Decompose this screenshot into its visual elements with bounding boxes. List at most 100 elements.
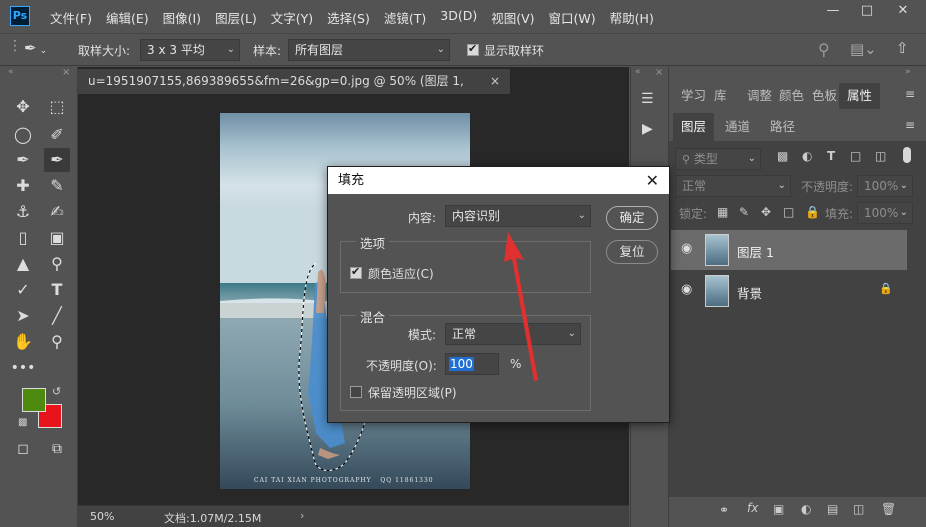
filter-pixel-icon[interactable]: ▩ (777, 149, 788, 163)
move-tool-icon[interactable]: ✥ (10, 95, 36, 119)
tab-swatches[interactable]: 色板 (812, 83, 837, 109)
add-mask-icon[interactable]: ▣ (773, 502, 784, 516)
close-icon[interactable]: ✕ (888, 2, 918, 20)
tab-properties[interactable]: 属性 (839, 83, 881, 109)
ok-button[interactable]: 确定 (606, 206, 658, 230)
tab-paths[interactable]: 路径 (770, 113, 795, 141)
menu-edit[interactable]: 编辑(E) (106, 8, 149, 27)
content-select[interactable]: 内容识别 ⌄ (445, 205, 591, 227)
delete-layer-icon[interactable]: 🗑 (881, 502, 896, 516)
layer-row[interactable]: ◉ 背景 🔒 (671, 271, 907, 311)
eyedropper-tool-icon[interactable]: ✒ (44, 148, 70, 172)
menu-type[interactable]: 文字(Y) (271, 8, 313, 27)
sample-select[interactable]: 所有图层 ⌄ (288, 39, 450, 61)
visibility-eye-icon[interactable]: ◉ (681, 241, 692, 256)
panel-menu-icon[interactable]: ≡ (905, 87, 915, 101)
layers-menu-icon[interactable]: ≡ (905, 118, 915, 132)
link-layers-icon[interactable]: ⚭ (719, 503, 729, 517)
history-brush-tool-icon[interactable]: ✍ (44, 200, 70, 224)
blend-mode-select[interactable]: 正常 ⌄ (675, 175, 791, 197)
color-adapt-checkbox[interactable] (350, 265, 362, 279)
sample-size-select[interactable]: 3 x 3 平均 ⌄ (140, 39, 240, 61)
screen-mode-icon[interactable]: ⧉ (44, 437, 70, 461)
healing-brush-tool-icon[interactable]: ✚ (10, 174, 36, 198)
filter-type-icon[interactable]: T (827, 149, 835, 163)
filter-toggle[interactable] (903, 147, 911, 163)
tab-layers[interactable]: 图层 (673, 113, 715, 141)
lock-transparent-icon[interactable]: ▦ (717, 205, 728, 219)
fx-icon[interactable]: fx (747, 501, 758, 515)
fill-field[interactable]: 100% ⌄ (857, 202, 913, 224)
lasso-tool-icon[interactable]: ◯ (10, 123, 36, 147)
adjustment-layer-icon[interactable]: ◐ (801, 502, 811, 516)
hand-tool-icon[interactable]: ✋ (10, 330, 36, 354)
tab-adjustments[interactable]: 调整 (747, 83, 772, 109)
panel-collapse-icon[interactable]: » (905, 67, 911, 77)
path-select-tool-icon[interactable]: ➤ (10, 304, 36, 328)
zoom-level[interactable]: 50% (90, 510, 114, 523)
opacity-input[interactable]: 100 (445, 353, 499, 375)
quick-select-tool-icon[interactable]: ✐ (44, 123, 70, 147)
filter-smart-object-icon[interactable]: ◫ (875, 149, 886, 163)
line-tool-icon[interactable]: ╱ (44, 304, 70, 328)
history-panel-icon[interactable]: ☰ (641, 91, 654, 107)
default-colors-icon[interactable]: ▩ (18, 417, 27, 428)
tab-color[interactable]: 颜色 (779, 83, 804, 109)
brush-tool-icon[interactable]: ✎ (44, 174, 70, 198)
reset-button[interactable]: 复位 (606, 240, 658, 264)
more-tools-icon[interactable]: ••• (10, 356, 36, 380)
tab-libraries[interactable]: 库 (714, 83, 727, 109)
kind-filter-select[interactable]: ⚲ 类型 ⌄ (675, 148, 761, 170)
menu-3d[interactable]: 3D(D) (440, 8, 477, 27)
gradient-tool-icon[interactable]: ▣ (44, 226, 70, 250)
dodge-tool-icon[interactable]: ⚲ (44, 252, 70, 276)
menu-window[interactable]: 窗口(W) (549, 8, 596, 27)
close-strip-icon[interactable]: × (655, 67, 663, 78)
menu-filter[interactable]: 滤镜(T) (384, 8, 426, 27)
workspace-icon[interactable]: ▤⌄ (850, 40, 877, 58)
eyedropper-preset-icon[interactable]: ✒ ⌄ (24, 39, 54, 61)
quick-mask-icon[interactable]: ◻ (10, 437, 36, 461)
close-document-icon[interactable]: × (490, 69, 500, 93)
type-tool-icon[interactable]: T (44, 278, 70, 302)
lock-all-icon[interactable]: 🔒 (805, 205, 820, 219)
close-panel-icon[interactable]: × (62, 67, 70, 78)
expand-icon[interactable]: « (635, 67, 641, 77)
crop-tool-icon[interactable]: ✒ (10, 148, 36, 172)
zoom-tool-icon[interactable]: ⚲ (44, 330, 70, 354)
filter-adjustment-icon[interactable]: ◐ (802, 149, 812, 163)
eraser-tool-icon[interactable]: ▯ (10, 226, 36, 250)
tab-learn[interactable]: 学习 (681, 83, 706, 109)
new-group-icon[interactable]: ▤ (827, 502, 838, 516)
share-icon[interactable]: ⇧ (896, 39, 909, 57)
pen-tool-icon[interactable]: ✓ (10, 278, 36, 302)
menu-view[interactable]: 视图(V) (491, 8, 534, 27)
clone-stamp-tool-icon[interactable]: ⚓ (10, 200, 36, 224)
menu-image[interactable]: 图像(I) (163, 8, 201, 27)
close-icon[interactable]: ✕ (646, 167, 659, 194)
layer-row[interactable]: ◉ 图层 1 (671, 230, 907, 270)
search-icon[interactable]: ⚲ (818, 40, 830, 59)
visibility-eye-icon[interactable]: ◉ (681, 282, 692, 297)
preserve-transparency-checkbox[interactable] (350, 386, 362, 398)
swap-colors-icon[interactable]: ↺ (52, 385, 61, 398)
menu-select[interactable]: 选择(S) (327, 8, 370, 27)
status-menu-icon[interactable]: › (300, 509, 304, 522)
menu-help[interactable]: 帮助(H) (610, 8, 654, 27)
collapse-icon[interactable]: « (8, 67, 14, 77)
show-ring-checkbox[interactable] (467, 42, 479, 56)
minimize-icon[interactable]: — (818, 2, 848, 20)
tab-channels[interactable]: 通道 (725, 113, 750, 141)
document-tab[interactable]: u=1951907155,869389655&fm=26&gp=0.jpg @ … (78, 69, 510, 112)
lock-pixels-icon[interactable]: ✎ (739, 205, 749, 219)
maximize-icon[interactable]: □ (852, 2, 882, 20)
filter-shape-icon[interactable]: □ (850, 149, 861, 163)
menu-layer[interactable]: 图层(L) (215, 8, 257, 27)
new-layer-icon[interactable]: ◫ (853, 502, 864, 516)
lock-position-icon[interactable]: ✥ (761, 205, 771, 219)
marquee-tool-icon[interactable]: ⬚ (44, 95, 70, 119)
dialog-titlebar[interactable]: 填充 ✕ (328, 167, 669, 194)
blur-tool-icon[interactable]: ▲ (10, 252, 36, 276)
menu-file[interactable]: 文件(F) (50, 8, 92, 27)
opacity-field[interactable]: 100% ⌄ (857, 175, 913, 197)
